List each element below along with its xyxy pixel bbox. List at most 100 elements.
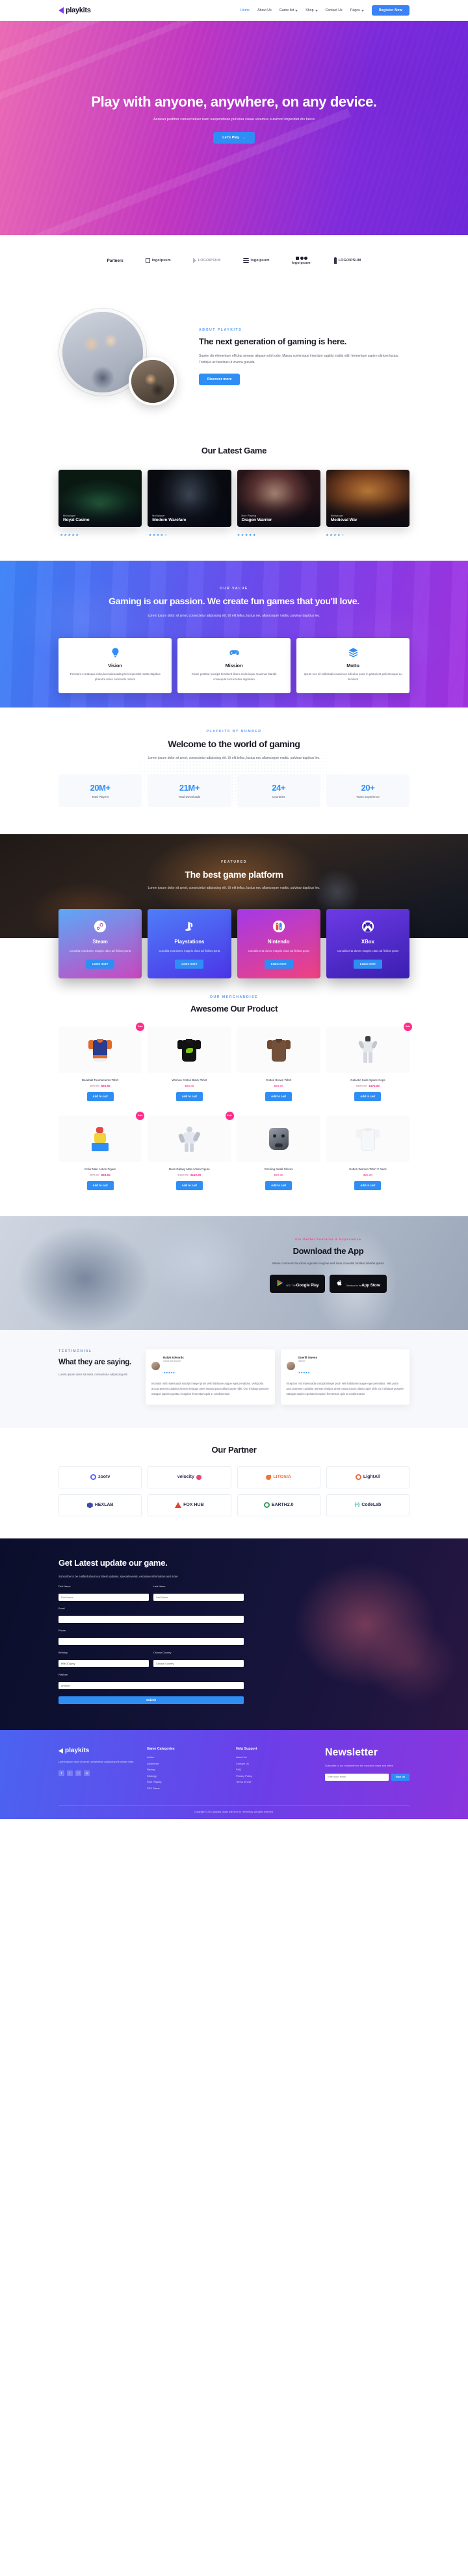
product-card[interactable]: Women Cotton Black Tshirt $25.00 Add to … [148,1026,231,1101]
partner-logo-3[interactable]: logoipsum [242,258,270,263]
footer-link[interactable]: Adventure [147,1762,224,1765]
country-select[interactable] [153,1660,244,1668]
partner-logo-foxhub[interactable]: FOX HUB [148,1494,231,1516]
partner-logo-hexlab[interactable]: HEXLAB [58,1494,142,1516]
product-card[interactable]: Sale Color Man Action Figure $79.00 $69.0… [58,1111,145,1190]
copyright: Copyright © 2022 playkits. Made with lov… [58,1805,410,1819]
product-name: Rocking Metal Gloves [264,1167,293,1171]
nav-item-pages[interactable]: Pages [350,8,364,12]
add-to-cart-button[interactable]: Add to cart [265,1180,292,1190]
footer-link[interactable]: FAQ [236,1768,313,1771]
add-to-cart-button[interactable]: Add to cart [265,1091,292,1101]
platform-card-body: Conubia erat donec magnis class ad finib… [248,949,309,952]
product-name: Women Cotton Black Tshirt [172,1078,207,1082]
testimonial-name: Ralph Edwards [163,1355,184,1359]
footer-logo[interactable]: playkits [58,1747,135,1754]
footer-link[interactable]: Strategy [147,1774,224,1778]
game-card[interactable]: Multiplayer Medieval War [326,470,410,527]
testimonial-body: Lorem ipsum dolor sit amet, consectetur … [58,1373,128,1377]
partner-logo-4[interactable]: logoipsum· [292,256,312,265]
linkedin-icon[interactable]: in [84,1770,90,1776]
nav-item-about-us[interactable]: About Us [257,8,272,12]
product-card[interactable]: Sale Baseball Tournaments Tshirt $79.00 $… [58,1022,145,1101]
game-card[interactable]: Multiplayer Modern Warefare [148,470,231,527]
nav-item-game-list[interactable]: Game list [280,8,298,12]
about-section: ABOUT PLAYKITS The next generation of ga… [0,286,468,431]
platform-card-xbox[interactable]: XBox Conubia erat donec magnis class ad … [326,909,410,978]
partner-logo-codelab[interactable]: {•} CodeLab [326,1494,410,1516]
partner-logo-zootv[interactable]: zootv [58,1466,142,1488]
footer-link[interactable]: Privacy Policy [236,1774,313,1778]
stat-value: 20M+ [90,783,110,793]
product-card[interactable]: Cotton Women Tshirt V Neck $25.00 Add to… [326,1115,410,1190]
product-card[interactable]: Rocking Metal Gloves $72.00 Add to cart [237,1115,320,1190]
footer-link[interactable]: Racing [147,1768,224,1771]
birthday-input[interactable] [58,1660,149,1668]
add-to-cart-button[interactable]: Add to cart [176,1180,203,1190]
product-old-price: $79.00 [90,1173,99,1177]
partner-logo-lightall[interactable]: LightAll [326,1466,410,1488]
brackets-logo-icon: {•} [354,1503,360,1508]
add-to-cart-button[interactable]: Add to cart [86,1180,114,1190]
nav-item-home[interactable]: Home [240,8,250,12]
footer-email-input[interactable] [325,1773,389,1781]
platform-label: Platform [58,1673,68,1676]
footer-link[interactable]: Action [147,1755,224,1759]
google-play-button[interactable]: GET IT ONGoogle Play [269,1274,326,1293]
email-input[interactable] [58,1616,244,1624]
first-name-input[interactable] [58,1594,149,1601]
product-card[interactable]: Sale Boss Galaxy Man Action Figure $129.… [148,1111,234,1190]
product-old-price: $79.00 [90,1084,99,1088]
platform-learn-more-button[interactable]: Learn more [264,959,293,969]
footer-link[interactable]: Contact Us [236,1762,313,1765]
lets-play-button[interactable]: Let's Play → [213,132,255,144]
platform-card-steam[interactable]: Steam Conubia erat donec magnis class ad… [58,909,142,978]
instagram-icon[interactable]: ▢ [75,1770,81,1776]
testimonial-cards: Ralph Edwards Game Developer ★★★★★ Incep… [146,1349,410,1405]
value-card-motto[interactable]: Motto Ipsum nec sit sollicitudin maximus… [296,637,410,693]
value-card-vision[interactable]: Vision Tincidunt et natoque ridiculus ma… [58,637,172,693]
testimonial-role: Gamer [298,1359,306,1362]
discover-more-button[interactable]: Discover more [199,373,240,385]
add-to-cart-button[interactable]: Add to cart [86,1091,114,1101]
add-to-cart-button[interactable]: Add to cart [354,1180,382,1190]
game-card[interactable]: Role Playing Dragon Warrior [237,470,320,527]
partner-logo-5[interactable]: LOGOIPSUM [333,257,361,264]
partner-logo-litosia[interactable]: LITOSIA [237,1466,320,1488]
footer-link[interactable]: Terms of Use [236,1780,313,1783]
product-card[interactable]: Sale Galactic Suite Space Cops $199.00 $1… [326,1022,412,1101]
platform-card-playstation[interactable]: Playstations Conubia erat donec magnis c… [148,909,231,978]
partner-logo-2[interactable]: LOGOIPSUM [192,258,221,263]
nav-item-contact-us[interactable]: Contact Us [326,8,343,12]
download-app-section: For Better Features & Experience Downloa… [0,1216,468,1330]
partner-logo-velocity[interactable]: velocity [148,1466,231,1488]
add-to-cart-button[interactable]: Add to cart [176,1091,203,1101]
nav-item-shop[interactable]: Shop [306,8,318,12]
partner-logo-1[interactable]: logoipsum [145,258,171,263]
submit-button[interactable]: Submit [58,1696,244,1704]
platform-learn-more-button[interactable]: Learn more [86,959,115,969]
value-card-mission[interactable]: Mission Curae porttitor suscipit hendrer… [177,637,291,693]
partner-logo-earth2[interactable]: EARTH2.0 [237,1494,320,1516]
platform-select[interactable] [58,1682,244,1690]
twitter-icon[interactable]: t [67,1770,73,1776]
footer-link[interactable]: FPS Game [147,1787,224,1790]
footer-link[interactable]: Role Playing [147,1780,224,1783]
platform-card-nintendo[interactable]: Nintendo Conubia erat donec magnis class… [237,909,320,978]
register-now-button[interactable]: Register Now [371,5,410,16]
facebook-icon[interactable]: f [58,1770,64,1776]
add-to-cart-button[interactable]: Add to cart [354,1091,382,1101]
brand-logo[interactable]: playkits [58,6,91,14]
last-name-input[interactable] [153,1594,244,1601]
footer-signup-button[interactable]: Sign Up [391,1773,410,1781]
game-card[interactable]: Multiplayer Royal Casino [58,470,142,527]
phone-input[interactable] [58,1638,244,1646]
field-first-name: First Name [58,1585,149,1601]
footer-link[interactable]: About Us [236,1755,313,1759]
platform-learn-more-button[interactable]: Learn more [353,959,382,969]
app-store-button[interactable]: Download on theApp Store [330,1274,387,1293]
platform-learn-more-button[interactable]: Learn more [175,959,204,969]
store-small-label: Download on the [346,1284,362,1287]
testimonial-text: Inception mid malesuada suscipit integer… [286,1381,404,1396]
product-card[interactable]: Cotton Brown Tshirt $25.00 Add to cart [237,1026,320,1101]
